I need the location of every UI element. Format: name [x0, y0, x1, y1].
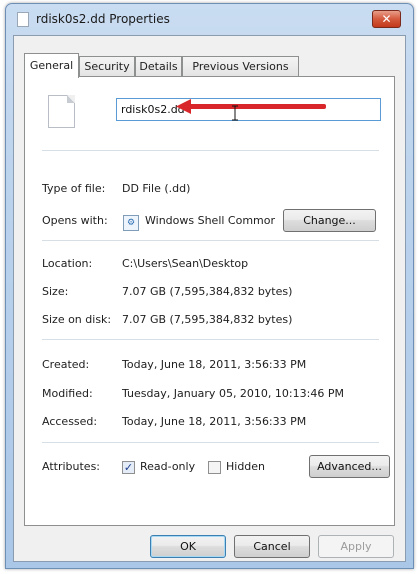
- separator: [42, 442, 379, 443]
- location-label: Location:: [42, 257, 93, 270]
- separator: [42, 240, 379, 241]
- created-label: Created:: [42, 358, 90, 371]
- separator: [42, 150, 379, 151]
- location-value: C:\Users\Sean\Desktop: [122, 257, 249, 270]
- size-value: 7.07 GB (7,595,384,832 bytes): [122, 285, 293, 298]
- created-value: Today, June 18, 2011, 3:56:33 PM: [122, 358, 307, 371]
- accessed-label: Accessed:: [42, 415, 98, 428]
- tab-security[interactable]: Security: [79, 56, 135, 77]
- properties-window: rdisk0s2.dd Properties ✕ General Securit…: [5, 3, 414, 569]
- read-only-checkbox[interactable]: ✓: [122, 461, 135, 474]
- general-tab-panel: Type of file: DD File (.dd) Opens with: …: [24, 76, 395, 526]
- blank-document-icon: [48, 95, 75, 128]
- close-button[interactable]: ✕: [372, 10, 401, 28]
- size-on-disk-value: 7.07 GB (7,595,384,832 bytes): [122, 313, 293, 326]
- advanced-button[interactable]: Advanced...: [309, 455, 390, 478]
- accessed-value: Today, June 18, 2011, 3:56:33 PM: [122, 415, 307, 428]
- type-label: Type of file:: [42, 182, 106, 195]
- tab-previous-versions[interactable]: Previous Versions: [182, 56, 299, 77]
- size-on-disk-label: Size on disk:: [42, 313, 112, 326]
- apply-button[interactable]: Apply: [318, 535, 394, 558]
- text-cursor-icon: [232, 105, 238, 121]
- change-button[interactable]: Change...: [283, 209, 376, 232]
- modified-label: Modified:: [42, 387, 93, 400]
- opens-with-label: Opens with:: [42, 214, 108, 227]
- attributes-label: Attributes:: [42, 460, 101, 473]
- tab-details[interactable]: Details: [135, 56, 182, 77]
- size-label: Size:: [42, 285, 69, 298]
- dialog-client-area: General Security Details Previous Versio…: [13, 35, 406, 562]
- hidden-label: Hidden: [226, 460, 266, 473]
- title-bar[interactable]: rdisk0s2.dd Properties ✕: [6, 4, 413, 34]
- cancel-button[interactable]: Cancel: [234, 535, 310, 558]
- shell-app-icon: ⚙: [123, 215, 139, 231]
- type-value: DD File (.dd): [122, 182, 191, 195]
- file-icon: [17, 12, 29, 27]
- ok-button[interactable]: OK: [150, 535, 226, 558]
- read-only-label: Read-only: [140, 460, 196, 473]
- opens-with-value: Windows Shell Commor: [145, 214, 276, 227]
- modified-value: Tuesday, January 05, 2010, 10:13:46 PM: [122, 387, 344, 400]
- red-arrow-icon: [176, 99, 326, 114]
- hidden-checkbox[interactable]: [208, 461, 221, 474]
- separator: [42, 339, 379, 340]
- tab-general[interactable]: General: [24, 53, 79, 78]
- window-title: rdisk0s2.dd Properties: [36, 12, 170, 26]
